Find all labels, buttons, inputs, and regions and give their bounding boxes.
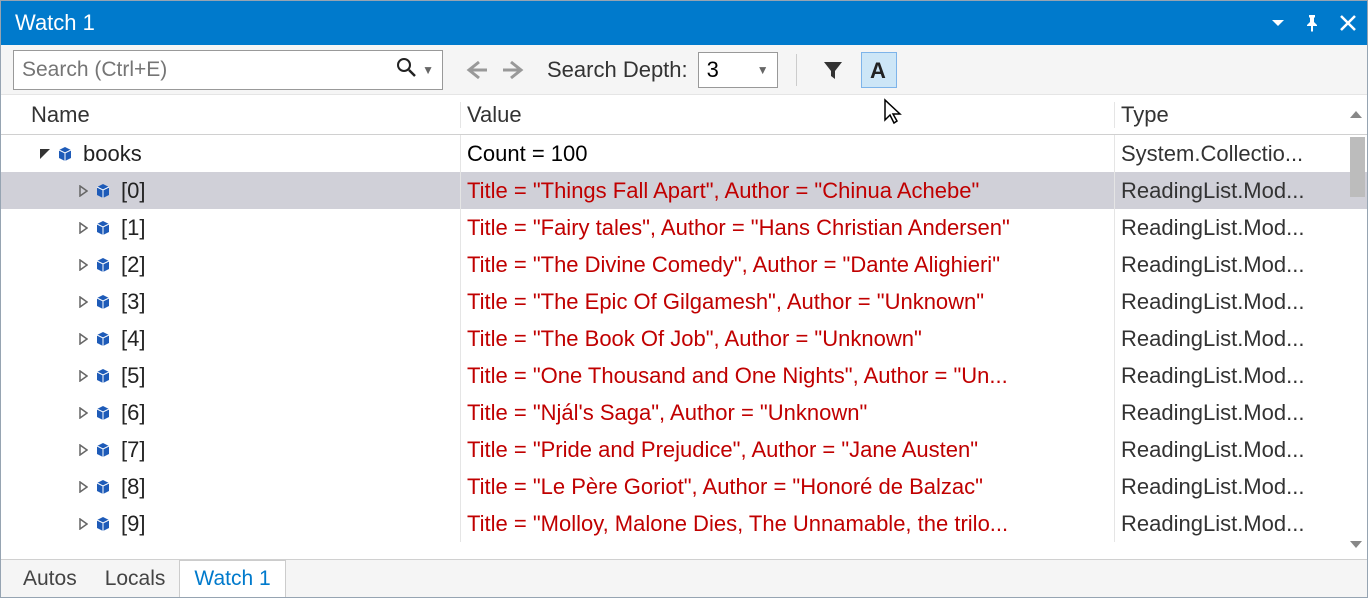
- search-dropdown-icon[interactable]: ▼: [422, 63, 434, 77]
- row-name: [7]: [121, 437, 145, 463]
- column-value-header[interactable]: Value: [461, 102, 1115, 128]
- grid-header: Name Value Type: [1, 95, 1367, 135]
- row-value[interactable]: Count = 100: [461, 135, 1115, 172]
- table-row[interactable]: [0] Title = "Things Fall Apart", Author =…: [1, 172, 1367, 209]
- row-value[interactable]: Title = "The Book Of Job", Author = "Unk…: [461, 320, 1115, 357]
- expander-icon[interactable]: [73, 444, 93, 456]
- row-value[interactable]: Title = "Things Fall Apart", Author = "C…: [461, 172, 1115, 209]
- row-name: [5]: [121, 363, 145, 389]
- expander-icon[interactable]: [73, 185, 93, 197]
- row-type: ReadingList.Mod...: [1121, 252, 1304, 278]
- row-value[interactable]: Title = "Fairy tales", Author = "Hans Ch…: [461, 209, 1115, 246]
- object-icon: [93, 218, 113, 238]
- object-icon: [93, 329, 113, 349]
- row-value[interactable]: Title = "One Thousand and One Nights", A…: [461, 357, 1115, 394]
- object-icon: [93, 292, 113, 312]
- table-row[interactable]: [1] Title = "Fairy tales", Author = "Hans…: [1, 209, 1367, 246]
- table-row[interactable]: [3] Title = "The Epic Of Gilgamesh", Auth…: [1, 283, 1367, 320]
- tab-autos[interactable]: Autos: [9, 561, 91, 597]
- titlebar: Watch 1: [1, 1, 1367, 45]
- column-name-header[interactable]: Name: [1, 102, 461, 128]
- tab-watch-1[interactable]: Watch 1: [179, 560, 285, 597]
- tab-bar: AutosLocalsWatch 1: [1, 559, 1367, 597]
- pin-icon[interactable]: [1303, 14, 1321, 32]
- expander-icon[interactable]: [35, 148, 55, 160]
- row-name: [3]: [121, 289, 145, 315]
- object-icon: [93, 477, 113, 497]
- row-name: [9]: [121, 511, 145, 537]
- row-name: [1]: [121, 215, 145, 241]
- depth-dropdown-icon[interactable]: ▼: [757, 63, 769, 77]
- row-value[interactable]: Title = "Molloy, Malone Dies, The Unnama…: [461, 505, 1115, 542]
- nav-forward-button[interactable]: [499, 58, 527, 82]
- row-type: ReadingList.Mod...: [1121, 363, 1304, 389]
- format-text-button[interactable]: A: [861, 52, 897, 88]
- object-icon: [93, 255, 113, 275]
- expander-icon[interactable]: [73, 407, 93, 419]
- search-depth-input[interactable]: 3 ▼: [698, 52, 778, 88]
- row-type: System.Collectio...: [1121, 141, 1303, 167]
- expander-icon[interactable]: [73, 333, 93, 345]
- grid-body: books Count = 100 System.Collectio... [0…: [1, 135, 1367, 559]
- search-input[interactable]: ▼: [13, 50, 443, 90]
- row-value[interactable]: Title = "Pride and Prejudice", Author = …: [461, 431, 1115, 468]
- object-icon: [93, 403, 113, 423]
- object-icon: [93, 440, 113, 460]
- table-row[interactable]: [7] Title = "Pride and Prejudice", Author…: [1, 431, 1367, 468]
- row-type: ReadingList.Mod...: [1121, 437, 1304, 463]
- table-row[interactable]: [2] Title = "The Divine Comedy", Author =…: [1, 246, 1367, 283]
- row-type: ReadingList.Mod...: [1121, 400, 1304, 426]
- row-type: ReadingList.Mod...: [1121, 474, 1304, 500]
- close-icon[interactable]: [1339, 14, 1357, 32]
- filter-button[interactable]: [815, 52, 851, 88]
- object-icon: [93, 514, 113, 534]
- row-name: [6]: [121, 400, 145, 426]
- svg-text:A: A: [870, 58, 886, 82]
- nav-back-button[interactable]: [463, 58, 491, 82]
- expander-icon[interactable]: [73, 296, 93, 308]
- row-value[interactable]: Title = "The Epic Of Gilgamesh", Author …: [461, 283, 1115, 320]
- row-value[interactable]: Title = "Njál's Saga", Author = "Unknown…: [461, 394, 1115, 431]
- window-menu-icon[interactable]: [1271, 16, 1285, 30]
- search-input-field[interactable]: [22, 58, 396, 82]
- toolbar-separator: [796, 54, 797, 86]
- row-type: ReadingList.Mod...: [1121, 326, 1304, 352]
- expander-icon[interactable]: [73, 370, 93, 382]
- scroll-down-icon[interactable]: [1349, 531, 1363, 557]
- row-value[interactable]: Title = "The Divine Comedy", Author = "D…: [461, 246, 1115, 283]
- table-row[interactable]: [4] Title = "The Book Of Job", Author = "…: [1, 320, 1367, 357]
- row-type: ReadingList.Mod...: [1121, 215, 1304, 241]
- expander-icon[interactable]: [73, 481, 93, 493]
- search-depth-value: 3: [707, 57, 751, 83]
- row-name: [2]: [121, 252, 145, 278]
- table-row[interactable]: [5] Title = "One Thousand and One Nights"…: [1, 357, 1367, 394]
- expander-icon[interactable]: [73, 222, 93, 234]
- search-icon[interactable]: [396, 57, 416, 83]
- toolbar: ▼ Search Depth: 3 ▼ A: [1, 45, 1367, 95]
- row-name: [4]: [121, 326, 145, 352]
- window-title: Watch 1: [15, 10, 95, 36]
- tab-locals[interactable]: Locals: [91, 561, 180, 597]
- watch-window: Watch 1 ▼: [0, 0, 1368, 598]
- expander-icon[interactable]: [73, 518, 93, 530]
- scroll-up-icon[interactable]: [1349, 102, 1363, 128]
- object-icon: [93, 181, 113, 201]
- row-type: ReadingList.Mod...: [1121, 289, 1304, 315]
- object-icon: [55, 144, 75, 164]
- table-row[interactable]: [9] Title = "Molloy, Malone Dies, The Unn…: [1, 505, 1367, 542]
- row-value[interactable]: Title = "Le Père Goriot", Author = "Hono…: [461, 468, 1115, 505]
- row-name: books: [83, 141, 142, 167]
- row-type: ReadingList.Mod...: [1121, 178, 1304, 204]
- row-type: ReadingList.Mod...: [1121, 511, 1304, 537]
- expander-icon[interactable]: [73, 259, 93, 271]
- table-row[interactable]: [8] Title = "Le Père Goriot", Author = "H…: [1, 468, 1367, 505]
- row-name: [8]: [121, 474, 145, 500]
- column-type-header[interactable]: Type: [1115, 102, 1367, 128]
- table-row-root[interactable]: books Count = 100 System.Collectio...: [1, 135, 1367, 172]
- search-depth-label: Search Depth:: [547, 57, 688, 83]
- row-name: [0]: [121, 178, 145, 204]
- object-icon: [93, 366, 113, 386]
- vertical-scrollbar[interactable]: [1350, 137, 1365, 197]
- table-row[interactable]: [6] Title = "Njál's Saga", Author = "Unkn…: [1, 394, 1367, 431]
